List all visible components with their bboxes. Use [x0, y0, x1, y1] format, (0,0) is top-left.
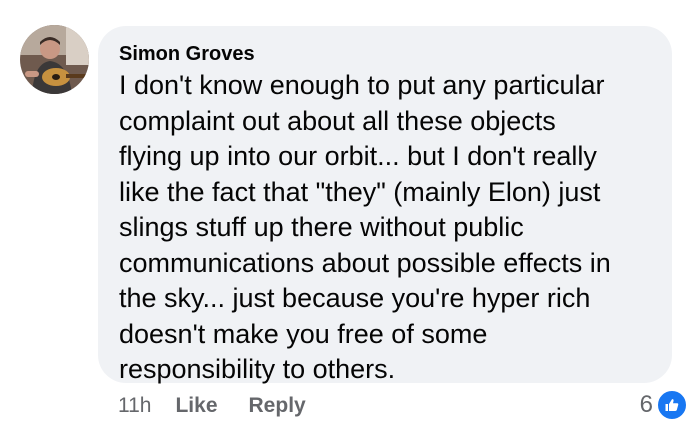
reaction-summary[interactable]: 6 — [639, 389, 688, 421]
comment-line: the sky... just because you're hyper ric… — [119, 283, 591, 313]
comment-bubble: Simon Groves I don't know enough to put … — [98, 26, 672, 384]
like-button[interactable]: Like — [175, 394, 217, 418]
reply-button[interactable]: Reply — [249, 394, 306, 418]
comment-line: responsibility to others. — [119, 354, 396, 384]
comment-line: doesn't make you free of some — [119, 318, 488, 349]
avatar-photo — [20, 25, 89, 94]
comment-line: complaint out about all these objects — [119, 105, 556, 136]
comment-line: communications about possible effects in — [119, 247, 611, 278]
comment-line: like the fact that "they" (mainly Elon) … — [119, 176, 601, 207]
comment-actions: 11h Like Reply — [118, 392, 337, 420]
thumbs-up-icon — [656, 389, 688, 421]
comment-line: slings stuff up there without public — [119, 212, 524, 242]
comment-line: flying up into our orbit... but I don't … — [119, 141, 597, 171]
comment-text: I don't know enough to put any particula… — [119, 68, 650, 388]
comment-timestamp[interactable]: 11h — [118, 394, 151, 418]
comment-author[interactable]: Simon Groves — [119, 42, 650, 66]
comment-line: I don't know enough to put any particula… — [119, 70, 605, 100]
reaction-count: 6 — [639, 391, 653, 418]
avatar[interactable] — [20, 25, 89, 94]
